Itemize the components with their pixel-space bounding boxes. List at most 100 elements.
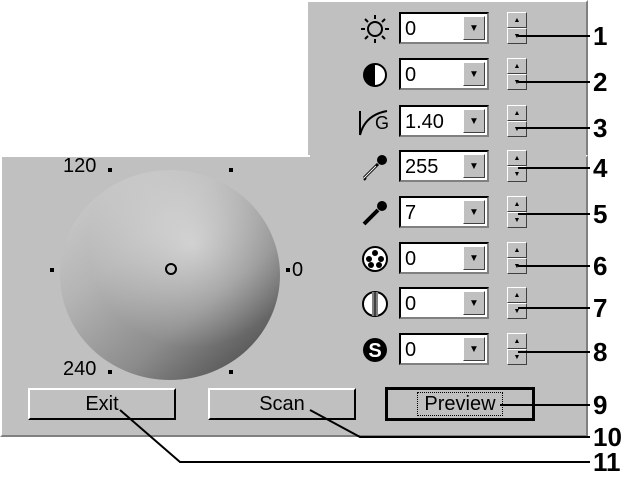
gamma-row: G 1.40 ▼ ▲ ▼ (357, 105, 537, 139)
wheel-tick-dot (108, 370, 112, 374)
brightness-icon (357, 14, 393, 44)
brightness-stepper[interactable]: ▲ ▼ (507, 12, 527, 44)
color-wheel-disc[interactable] (60, 170, 280, 380)
step-up-button[interactable]: ▲ (507, 196, 527, 212)
preview-label: Preview (417, 392, 503, 416)
wheel-tick-dot (286, 268, 290, 272)
step-up-button[interactable]: ▲ (507, 287, 527, 303)
callout-3: 3 (593, 113, 608, 143)
sharpen-value: 0 (405, 339, 417, 361)
shadow-dropdown-button[interactable]: ▼ (463, 200, 485, 224)
wheel-tick-dot (229, 370, 233, 374)
wheel-label-240: 240 (63, 358, 97, 380)
brightness-value: 0 (405, 18, 417, 40)
color-wheel[interactable] (60, 170, 280, 380)
scan-button[interactable]: Scan (208, 388, 356, 420)
gamma-dropdown-button[interactable]: ▼ (463, 109, 485, 133)
step-down-button[interactable]: ▼ (507, 166, 527, 182)
step-down-button[interactable]: ▼ (507, 258, 527, 274)
callout-6: 6 (593, 251, 608, 281)
callout-9: 9 (593, 390, 608, 420)
step-up-button[interactable]: ▲ (507, 12, 527, 28)
gamma-letter: G (375, 113, 390, 133)
gamma-icon: G (357, 107, 393, 137)
highlight-field[interactable]: 255 ▼ (399, 150, 489, 182)
step-up-button[interactable]: ▲ (507, 150, 527, 166)
sharpen-icon: S (357, 335, 393, 365)
step-down-button[interactable]: ▼ (507, 349, 527, 365)
step-down-button[interactable]: ▼ (507, 303, 527, 319)
exit-button[interactable]: Exit (28, 388, 176, 420)
saturation-value: 0 (405, 248, 417, 270)
highlight-value: 255 (405, 156, 439, 178)
brightness-row: 0 ▼ ▲ ▼ (357, 12, 537, 46)
chevron-down-icon: ▼ (469, 206, 479, 218)
saturation-row: 0 ▼ ▲ ▼ (357, 242, 537, 276)
chevron-down-icon: ▼ (469, 68, 479, 80)
balance-stepper[interactable]: ▲ ▼ (507, 287, 527, 319)
balance-value: 0 (405, 293, 417, 315)
step-down-button[interactable]: ▼ (507, 121, 527, 137)
chevron-down-icon: ▼ (469, 297, 479, 309)
balance-field[interactable]: 0 ▼ (399, 287, 489, 319)
step-up-button[interactable]: ▲ (507, 58, 527, 74)
brightness-dropdown-button[interactable]: ▼ (463, 16, 485, 40)
chevron-down-icon: ▼ (469, 252, 479, 264)
preview-button[interactable]: Preview (385, 387, 535, 421)
callout-5: 5 (593, 199, 608, 229)
contrast-dropdown-button[interactable]: ▼ (463, 62, 485, 86)
wheel-label-0: 0 (292, 259, 304, 281)
highlight-eyedropper-icon (357, 152, 393, 182)
sharpen-field[interactable]: 0 ▼ (399, 333, 489, 365)
sharpen-dropdown-button[interactable]: ▼ (463, 337, 485, 361)
callout-7: 7 (593, 293, 608, 323)
sharpen-stepper[interactable]: ▲ ▼ (507, 333, 527, 365)
wheel-tick-dot (108, 168, 112, 172)
wheel-label-120: 120 (63, 155, 97, 177)
saturation-dropdown-button[interactable]: ▼ (463, 246, 485, 270)
balance-row: 0 ▼ ▲ ▼ (357, 287, 537, 321)
chevron-down-icon: ▼ (469, 22, 479, 34)
brightness-field[interactable]: 0 ▼ (399, 12, 489, 44)
step-up-button[interactable]: ▲ (507, 105, 527, 121)
callout-4: 4 (593, 153, 608, 183)
contrast-field[interactable]: 0 ▼ (399, 58, 489, 90)
sharpen-row: S 0 ▼ ▲ ▼ (357, 333, 537, 367)
callout-11: 11 (593, 447, 621, 477)
shadow-eyedropper-icon (357, 198, 393, 228)
balance-icon (357, 289, 393, 319)
shadow-field[interactable]: 7 ▼ (399, 196, 489, 228)
saturation-stepper[interactable]: ▲ ▼ (507, 242, 527, 274)
step-down-button[interactable]: ▼ (507, 74, 527, 90)
contrast-value: 0 (405, 64, 417, 86)
shadow-value: 7 (405, 202, 417, 224)
highlight-dropdown-button[interactable]: ▼ (463, 154, 485, 178)
step-up-button[interactable]: ▲ (507, 242, 527, 258)
svg-text:S: S (368, 340, 381, 362)
callout-8: 8 (593, 337, 608, 367)
highlight-row: 255 ▼ ▲ ▼ (357, 150, 537, 184)
contrast-icon (357, 60, 393, 90)
balance-dropdown-button[interactable]: ▼ (463, 291, 485, 315)
chevron-down-icon: ▼ (469, 160, 479, 172)
gamma-value: 1.40 (405, 111, 444, 133)
step-down-button[interactable]: ▼ (507, 28, 527, 44)
callout-1: 1 (593, 21, 608, 51)
contrast-stepper[interactable]: ▲ ▼ (507, 58, 527, 90)
contrast-row: 0 ▼ ▲ ▼ (357, 58, 537, 92)
callout-2: 2 (593, 67, 608, 97)
chevron-down-icon: ▼ (469, 343, 479, 355)
saturation-icon (357, 244, 393, 274)
shadow-stepper[interactable]: ▲ ▼ (507, 196, 527, 228)
gamma-field[interactable]: 1.40 ▼ (399, 105, 489, 137)
saturation-field[interactable]: 0 ▼ (399, 242, 489, 274)
highlight-stepper[interactable]: ▲ ▼ (507, 150, 527, 182)
gamma-stepper[interactable]: ▲ ▼ (507, 105, 527, 137)
chevron-down-icon: ▼ (469, 115, 479, 127)
shadow-row: 7 ▼ ▲ ▼ (357, 196, 537, 230)
color-wheel-center-handle[interactable] (165, 263, 177, 275)
wheel-tick-dot (229, 168, 233, 172)
wheel-tick-dot (50, 268, 54, 272)
step-down-button[interactable]: ▼ (507, 212, 527, 228)
step-up-button[interactable]: ▲ (507, 333, 527, 349)
